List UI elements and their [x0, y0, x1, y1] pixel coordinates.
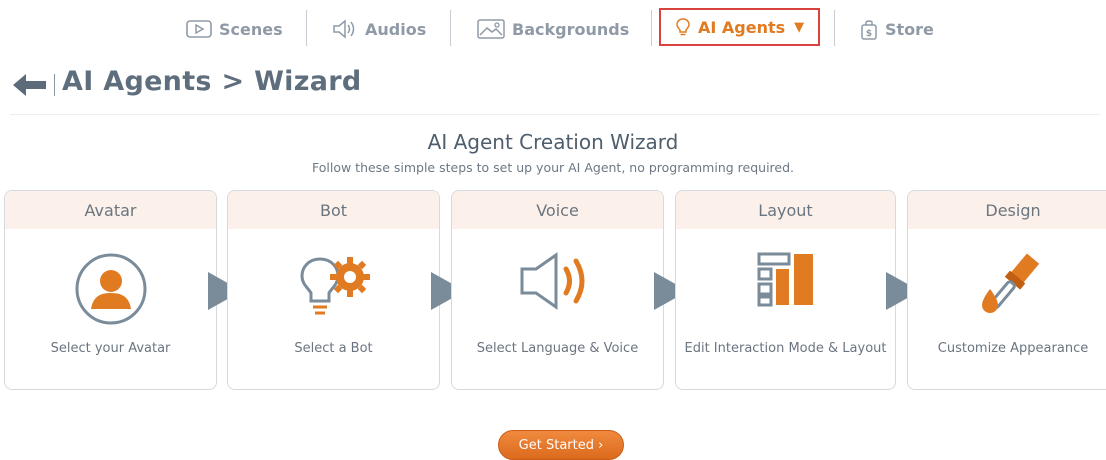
layout-grid-icon [757, 252, 813, 307]
nav-divider [306, 10, 307, 46]
nav-store[interactable]: $ Store [860, 12, 934, 46]
step-card-layout[interactable]: Layout Edit Interaction Mode & Layout [675, 190, 896, 390]
step-header: Bot [228, 191, 439, 229]
nav-backgrounds[interactable]: Backgrounds [477, 12, 629, 46]
step-label: Select a Bot [294, 341, 373, 356]
nav-divider [651, 10, 652, 46]
wizard-subtitle: Follow these simple steps to set up your… [311, 160, 795, 175]
top-nav: Scenes Audios Backgrounds AI Agents ▼ $ … [0, 0, 1106, 56]
step-header: Voice [452, 191, 663, 229]
step-label: Edit Interaction Mode & Layout [684, 341, 887, 356]
step-card-design[interactable]: Design Customize Appearance [907, 190, 1106, 390]
back-button[interactable] [13, 73, 49, 97]
step-card-bot[interactable]: Bot Select a Bot [227, 190, 440, 390]
nav-store-label: Store [885, 19, 934, 39]
nav-scenes[interactable]: Scenes [186, 12, 283, 46]
divider [10, 114, 1100, 115]
nav-audios-label: Audios [365, 19, 427, 39]
nav-divider [834, 10, 835, 46]
nav-scenes-label: Scenes [219, 19, 283, 39]
step-label: Select your Avatar [50, 341, 171, 356]
get-started-button[interactable]: Get Started › [498, 430, 624, 460]
nav-audios[interactable]: Audios [332, 12, 426, 46]
paint-brush-icon [982, 253, 1040, 313]
arrow-left-icon [13, 74, 46, 96]
image-icon [477, 19, 505, 39]
step-label: Select Language & Voice [476, 341, 639, 356]
wizard-title: AI Agent Creation Wizard [427, 130, 679, 154]
nav-backgrounds-label: Backgrounds [512, 19, 630, 39]
step-header: Layout [676, 191, 895, 229]
step-label: Customize Appearance [937, 341, 1089, 356]
speaker-icon [520, 252, 584, 310]
chevron-down-icon: ▼ [794, 19, 805, 35]
step-card-avatar[interactable]: Avatar Select your Avatar [4, 190, 217, 390]
play-icon [186, 20, 212, 38]
step-card-voice[interactable]: Voice Select Language & Voice [451, 190, 664, 390]
shopping-bag-icon: $ [861, 20, 877, 40]
nav-ai-agents-label: AI Agents [698, 17, 786, 37]
step-header: Design [908, 191, 1106, 229]
nav-ai-agents[interactable]: AI Agents ▼ [659, 8, 821, 46]
speaker-icon [333, 19, 355, 39]
lightbulb-icon [676, 18, 690, 36]
nav-divider [450, 10, 451, 46]
title-divider [54, 74, 55, 96]
lightbulb-gear-icon [299, 257, 370, 315]
svg-text:$: $ [866, 29, 872, 39]
step-header: Avatar [5, 191, 216, 229]
person-icon [75, 253, 146, 325]
page-title: AI Agents > Wizard [62, 66, 362, 97]
